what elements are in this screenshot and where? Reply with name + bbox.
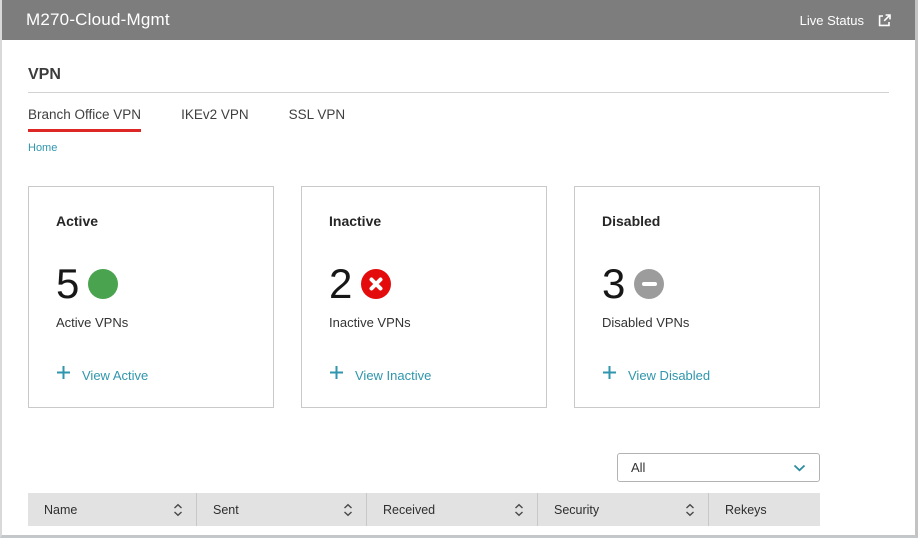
sort-icon[interactable] [514, 503, 524, 517]
device-title: M270-Cloud-Mgmt [26, 10, 170, 29]
card-label: Inactive VPNs [329, 315, 411, 330]
disabled-count-row: 3 [602, 263, 793, 305]
live-status-button[interactable]: Live Status [800, 12, 893, 29]
topbar: M270-Cloud-Mgmt Live Status [2, 0, 915, 40]
card-title: Disabled [602, 213, 661, 229]
vpn-table: Name Sent Received Security Rekeys [28, 493, 820, 535]
sent-cell: 329,969 KB (624,109 pa... [198, 526, 368, 535]
column-header-sent[interactable]: Sent [196, 493, 366, 526]
disabled-status-icon [634, 269, 665, 299]
card-title: Active [56, 213, 99, 229]
view-link-label: View Disabled [628, 367, 711, 383]
tab-ikev2-vpn[interactable]: IKEv2 VPN [181, 107, 249, 132]
view-active-link[interactable]: View Active [56, 365, 247, 385]
card-label: Disabled VPNs [602, 315, 690, 330]
inactive-count: 2 [329, 260, 353, 307]
card-active: Active 5 Active VPNs View Active [28, 186, 274, 408]
inactive-status-icon [361, 269, 392, 299]
active-status-icon [88, 269, 119, 299]
disabled-count: 3 [602, 260, 626, 307]
page-title: VPN [28, 66, 889, 93]
view-disabled-link[interactable]: View Disabled [602, 365, 793, 385]
column-header-name[interactable]: Name [28, 493, 196, 526]
breadcrumb: Home [28, 138, 889, 156]
active-count: 5 [56, 260, 80, 307]
external-link-icon [876, 12, 893, 29]
vpn-filter-dropdown[interactable]: All [617, 453, 820, 482]
card-title: Inactive [329, 213, 382, 229]
live-status-label: Live Status [799, 12, 864, 28]
sort-icon[interactable] [173, 503, 183, 517]
sort-icon[interactable] [343, 503, 353, 517]
column-header-security[interactable]: Security [537, 493, 708, 526]
plus-icon [56, 365, 71, 385]
chevron-down-icon [793, 459, 806, 477]
status-cards: Active 5 Active VPNs View Active Inactiv… [28, 186, 820, 408]
card-disabled: Disabled 3 Disabled VPNs View Disabled [574, 186, 820, 408]
table-header: Name Sent Received Security Rekeys [28, 493, 820, 526]
received-cell: 34,438 KB (482,382 pac... [368, 526, 508, 535]
rekeys-cell: 12 [656, 526, 820, 535]
security-cell: ESP - CBC(AES256) - H... [508, 526, 656, 535]
vpn-name-link[interactable]: Seattle - Toronto [61, 534, 149, 535]
active-count-row: 5 [56, 263, 247, 305]
sort-icon[interactable] [685, 503, 695, 517]
inactive-count-row: 2 [329, 263, 520, 305]
app-window: M270-Cloud-Mgmt Live Status VPN Branch O… [0, 0, 918, 538]
view-inactive-link[interactable]: View Inactive [329, 365, 520, 385]
dropdown-selected-value: All [631, 460, 646, 475]
view-link-label: View Inactive [355, 367, 432, 383]
card-inactive: Inactive 2 Inactive VPNs View Inactive [301, 186, 547, 408]
card-label: Active VPNs [56, 315, 129, 330]
filter-row: All [28, 453, 820, 482]
plus-icon [602, 365, 617, 385]
plus-icon [329, 365, 344, 385]
vpn-tabs: Branch Office VPN IKEv2 VPN SSL VPN [28, 107, 889, 132]
tab-branch-office-vpn[interactable]: Branch Office VPN [28, 107, 142, 132]
table-row[interactable]: Seattle - Toronto 329,969 KB (624,109 pa… [28, 526, 820, 535]
view-link-label: View Active [82, 367, 149, 383]
breadcrumb-home-link[interactable]: Home [28, 142, 57, 154]
vpn-name-cell: Seattle - Toronto [28, 526, 198, 535]
column-header-rekeys[interactable]: Rekeys [708, 493, 820, 526]
column-header-received[interactable]: Received [366, 493, 537, 526]
tab-ssl-vpn[interactable]: SSL VPN [289, 107, 346, 132]
